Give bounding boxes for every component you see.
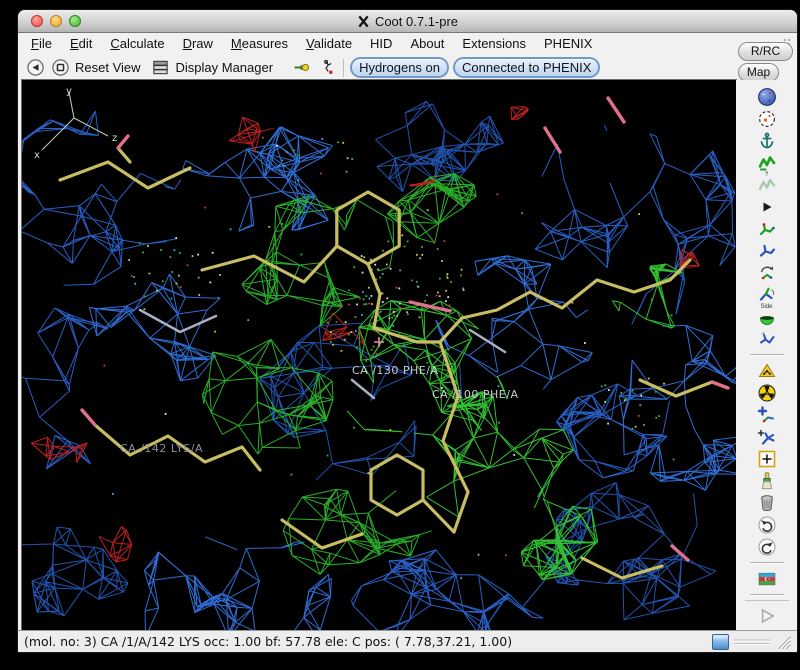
resize-grip[interactable] (775, 634, 792, 650)
axis-y-label: y (66, 86, 72, 97)
rrc-button[interactable]: R/RC (738, 42, 793, 61)
reset-view-button[interactable]: Reset View (75, 60, 141, 75)
zoom-button[interactable] (69, 15, 81, 27)
hydrogens-toggle-button[interactable]: Hydrogens on (350, 57, 449, 78)
regularize-zone-icon-label: ? (765, 172, 768, 178)
go-back-view-icon[interactable] (25, 58, 45, 78)
menu-item-phenix[interactable]: PHENIX (535, 34, 601, 53)
menu-item-edit[interactable]: Edit (61, 34, 101, 53)
side-chain-180-icon[interactable]: Side (755, 306, 779, 327)
undo-icon[interactable] (755, 514, 779, 535)
rotate-translate-icon[interactable] (755, 262, 779, 283)
play-button[interactable] (756, 605, 778, 632)
real-space-refine-zone-icon[interactable] (755, 152, 779, 173)
axes-indicator: y x z (30, 84, 122, 164)
flag-icon[interactable] (755, 568, 779, 589)
auto-fit-rotamer-icon[interactable] (755, 218, 779, 239)
fix-atoms-icon[interactable] (755, 130, 779, 151)
minimize-button[interactable] (50, 15, 62, 27)
window-title-text: Coot 0.7.1-pre (375, 14, 458, 29)
right-toolbar-panel: ? Side (736, 80, 797, 630)
window-title: Coot 0.7.1-pre (357, 14, 458, 29)
sphere-refine-icon[interactable] (755, 86, 779, 107)
play-slot (745, 600, 789, 632)
menu-item-extensions[interactable]: Extensions (453, 34, 535, 53)
window-controls (31, 15, 81, 27)
menu-item-hid[interactable]: HID (361, 34, 401, 53)
redo-icon[interactable] (755, 536, 779, 557)
right-toolbar-separator (750, 354, 784, 356)
mutate-autofit-icon[interactable] (755, 360, 779, 381)
density-scene (22, 80, 736, 630)
place-atom-icon[interactable] (755, 448, 779, 469)
residue-label: CA /130 PHE/A (352, 364, 439, 377)
menu-item-draw[interactable]: Draw (174, 34, 222, 53)
go-to-ligand-icon[interactable] (316, 58, 336, 78)
coot-window: Coot 0.7.1-pre FileEditCalculateDrawMeas… (18, 10, 797, 652)
menu-item-about[interactable]: About (401, 34, 453, 53)
display-manager-icon[interactable] (151, 58, 171, 78)
residue-label: CA /142 LYS/A (120, 442, 203, 455)
close-button[interactable] (31, 15, 43, 27)
toolbar-separator (343, 59, 344, 77)
menu-item-validate[interactable]: Validate (297, 34, 361, 53)
residue-label: CA /100 PHE/A (432, 388, 519, 401)
right-toolbar-separator (750, 562, 784, 564)
screen: Coot 0.7.1-pre FileEditCalculateDrawMeas… (0, 0, 800, 670)
right-toolbar-separator (750, 594, 784, 596)
menu-item-file[interactable]: File (22, 34, 61, 53)
add-terminal-residue-icon[interactable] (755, 404, 779, 425)
go-to-atom-icon[interactable] (291, 58, 311, 78)
statusbar-grip[interactable] (734, 638, 770, 646)
regularize-zone-icon[interactable]: ? (755, 174, 779, 195)
side-chain-180-icon-label: Side (760, 304, 772, 310)
display-manager-button[interactable]: Display Manager (176, 60, 274, 75)
rigid-body-fit-icon[interactable] (755, 196, 779, 217)
tandem-refine-icon[interactable] (755, 108, 779, 129)
menu-item-measures[interactable]: Measures (222, 34, 297, 53)
menu-item-calculate[interactable]: Calculate (101, 34, 173, 53)
x11-icon (357, 15, 370, 28)
flip-peptide-icon[interactable] (755, 284, 779, 305)
delete-item-icon[interactable] (755, 492, 779, 513)
axis-z-label: z (112, 133, 117, 144)
phenix-connection-button[interactable]: Connected to PHENIX (453, 57, 600, 78)
simple-mutate-icon[interactable] (755, 382, 779, 403)
main-content: y x z CA /142 LYS/A CA /130 PHE/A CA /100 … (18, 80, 797, 630)
titlebar: Coot 0.7.1-pre (18, 10, 797, 33)
statusbar: (mol. no: 3) CA /1/A/142 LYS occ: 1.00 b… (18, 630, 797, 652)
right-toolbar: ? Side (750, 86, 784, 600)
gl-canvas[interactable]: y x z CA /142 LYS/A CA /130 PHE/A CA /100 … (22, 80, 736, 630)
stop-view-icon[interactable] (50, 58, 70, 78)
main-toolbar: Reset View Display Manager Hydrogens on … (18, 54, 797, 81)
clear-pending-picks-icon[interactable] (755, 470, 779, 491)
status-text: (mol. no: 3) CA /1/A/142 LYS occ: 1.00 b… (24, 634, 707, 649)
rotamers-icon[interactable] (755, 240, 779, 261)
menubar-items: FileEditCalculateDrawMeasuresValidateHID… (22, 34, 601, 53)
menubar: FileEditCalculateDrawMeasuresValidateHID… (18, 33, 797, 54)
statusbar-indicator-icon (712, 634, 729, 650)
axis-x-label: x (34, 150, 40, 161)
add-alt-conf-icon[interactable] (755, 426, 779, 447)
jiggle-fit-icon[interactable] (755, 328, 779, 349)
